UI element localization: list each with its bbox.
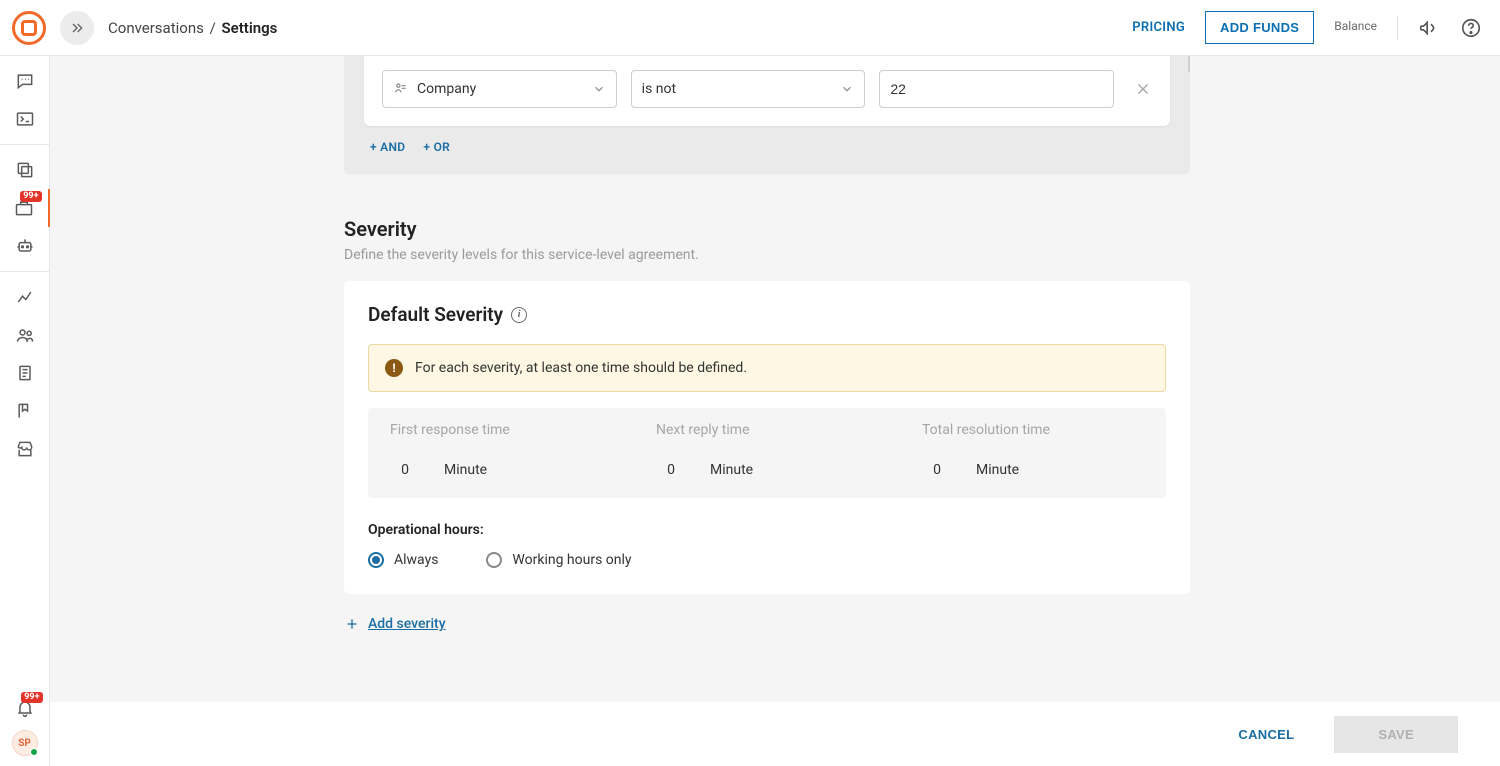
nav-store[interactable] — [0, 430, 50, 468]
nav-analytics[interactable] — [0, 278, 50, 316]
nav-terminal[interactable] — [0, 100, 50, 138]
notifications-button[interactable]: 99+ — [15, 698, 35, 722]
help-icon[interactable] — [1460, 17, 1482, 39]
nav-inbox[interactable]: 99+ — [0, 189, 50, 227]
total-resolution-unit: Minute — [976, 462, 1019, 478]
condition-operator-select[interactable]: is not — [631, 70, 866, 108]
main-scroll[interactable]: Company is not + AND + OR — [50, 56, 1500, 702]
notifications-badge: 99+ — [21, 692, 42, 703]
next-reply-cell[interactable]: 0 Minute — [634, 452, 900, 498]
radio-working-label: Working hours only — [512, 552, 631, 568]
next-reply-value: 0 — [656, 462, 686, 478]
remove-condition-button[interactable] — [1134, 80, 1152, 98]
save-button[interactable]: SAVE — [1334, 716, 1458, 753]
radio-icon — [486, 552, 502, 568]
divider — [1397, 16, 1398, 40]
severity-subtitle: Define the severity levels for this serv… — [344, 247, 1190, 263]
pricing-link[interactable]: PRICING — [1132, 20, 1185, 35]
condition-value-input[interactable] — [879, 70, 1114, 108]
default-severity-card: Default Severity i ! For each severity, … — [344, 281, 1190, 594]
brand-logo — [12, 11, 46, 45]
card-title-text: Default Severity — [368, 303, 503, 326]
radio-always-label: Always — [394, 552, 438, 568]
balance-label: Balance — [1334, 19, 1377, 33]
first-response-cell[interactable]: 0 Minute — [368, 452, 634, 498]
info-icon[interactable]: i — [511, 307, 527, 323]
nav-copy[interactable] — [0, 151, 50, 189]
nav-docs[interactable] — [0, 354, 50, 392]
footer-bar: CANCEL SAVE — [50, 702, 1500, 766]
expand-sidebar-button[interactable] — [60, 11, 94, 45]
company-icon — [393, 81, 409, 97]
first-response-value: 0 — [390, 462, 420, 478]
col-next-reply: Next reply time — [634, 408, 900, 452]
avatar-initials: SP — [18, 738, 31, 749]
user-avatar[interactable]: SP — [12, 730, 38, 756]
cancel-button[interactable]: CANCEL — [1238, 727, 1294, 742]
plus-icon — [344, 616, 360, 632]
conditions-block: Company is not + AND + OR — [344, 56, 1190, 174]
nav-bookmark[interactable] — [0, 392, 50, 430]
total-resolution-value: 0 — [922, 462, 952, 478]
badge: 99+ — [20, 191, 41, 202]
radio-always[interactable]: Always — [368, 552, 438, 568]
severity-table: First response time Next reply time Tota… — [368, 408, 1166, 498]
condition-field-select[interactable]: Company — [382, 70, 617, 108]
nav-bot[interactable] — [0, 227, 50, 265]
first-response-unit: Minute — [444, 462, 487, 478]
condition-operator-label: is not — [642, 81, 676, 97]
col-first-response: First response time — [368, 408, 634, 452]
breadcrumb: Conversations / Settings — [108, 19, 277, 37]
radio-icon — [368, 552, 384, 568]
condition-card: Company is not — [364, 56, 1170, 126]
announcement-icon[interactable] — [1418, 17, 1440, 39]
operational-hours-label: Operational hours: — [368, 522, 1166, 538]
chevron-down-icon — [592, 82, 606, 96]
next-reply-unit: Minute — [710, 462, 753, 478]
nav-users[interactable] — [0, 316, 50, 354]
presence-indicator — [30, 748, 38, 756]
side-nav: 99+ 99+ SP — [0, 56, 50, 766]
add-and-button[interactable]: + AND — [370, 140, 405, 154]
add-or-button[interactable]: + OR — [423, 140, 450, 154]
chevron-down-icon — [840, 82, 854, 96]
add-severity-button[interactable]: Add severity — [344, 616, 1190, 632]
connector-line — [1166, 56, 1190, 72]
chevron-double-right-icon — [69, 20, 85, 36]
warning-icon: ! — [385, 359, 403, 377]
radio-working-hours[interactable]: Working hours only — [486, 552, 631, 568]
col-total-resolution: Total resolution time — [900, 408, 1166, 452]
condition-field-label: Company — [417, 81, 476, 97]
top-bar: Conversations / Settings PRICING ADD FUN… — [0, 0, 1500, 56]
severity-heading: Severity — [344, 217, 1190, 241]
nav-chat[interactable] — [0, 62, 50, 100]
breadcrumb-separator: / — [210, 19, 216, 37]
warning-banner: ! For each severity, at least one time s… — [368, 344, 1166, 392]
breadcrumb-root[interactable]: Conversations — [108, 19, 204, 37]
total-resolution-cell[interactable]: 0 Minute — [900, 452, 1166, 498]
warning-text: For each severity, at least one time sho… — [415, 360, 747, 376]
breadcrumb-current: Settings — [222, 19, 278, 37]
add-funds-button[interactable]: ADD FUNDS — [1205, 11, 1314, 44]
add-severity-label: Add severity — [368, 616, 446, 632]
